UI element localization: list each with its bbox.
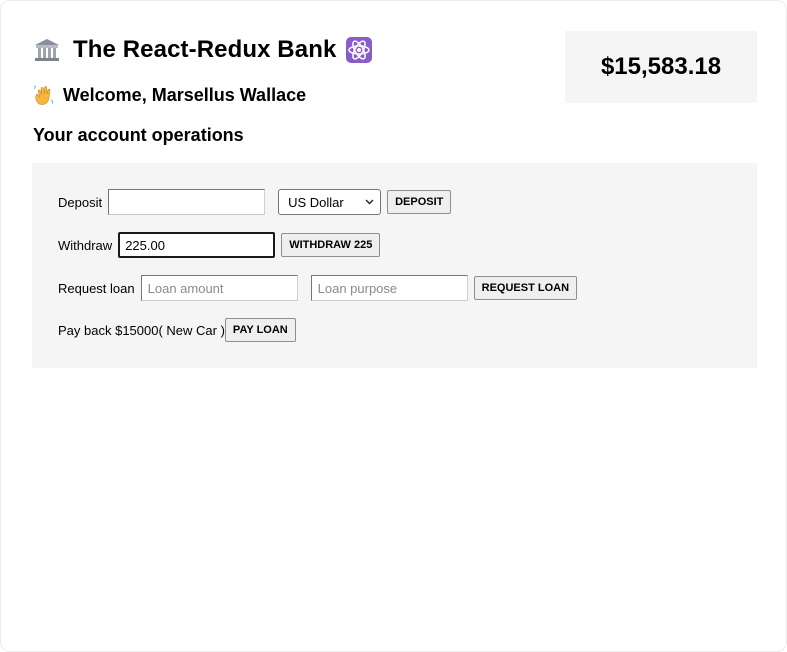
payback-text: Pay back $15000( New Car ) <box>58 322 225 338</box>
withdraw-amount-input[interactable] <box>118 232 276 258</box>
deposit-row: Deposit US Dollar DEPOSIT <box>58 189 452 215</box>
page-title: The React-Redux Bank <box>73 36 337 63</box>
withdraw-label: Withdraw <box>58 237 113 253</box>
atom-icon <box>346 37 373 63</box>
withdraw-row: Withdraw WITHDRAW 225 <box>58 232 381 258</box>
operations-panel: Deposit US Dollar DEPOSIT Withdraw WITHD… <box>32 163 757 368</box>
loan-row: Request loan REQUEST LOAN <box>58 275 578 301</box>
loan-purpose-input[interactable] <box>310 275 468 301</box>
deposit-amount-input[interactable] <box>108 189 266 215</box>
loan-label: Request loan <box>58 280 135 296</box>
withdraw-button[interactable]: WITHDRAW 225 <box>281 233 381 257</box>
payback-row: Pay back $15000( New Car ) PAY LOAN <box>58 318 296 342</box>
balance-display: $15,583.18 <box>565 31 757 103</box>
balance-amount: $15,583.18 <box>600 53 722 80</box>
pay-loan-button[interactable]: PAY LOAN <box>224 318 296 342</box>
section-title: Your account operations <box>33 125 244 145</box>
deposit-button[interactable]: DEPOSIT <box>387 190 452 214</box>
loan-amount-input[interactable] <box>140 275 298 301</box>
app-window: The React-Redux Bank Welcome, Marsellus … <box>0 0 787 652</box>
deposit-label: Deposit <box>58 194 103 210</box>
request-loan-button[interactable]: REQUEST LOAN <box>473 276 578 300</box>
bank-building-icon <box>35 39 59 61</box>
chevron-down-icon <box>365 199 374 205</box>
welcome-row: Welcome, Marsellus Wallace <box>33 84 306 106</box>
currency-selected-value: US Dollar <box>288 194 344 210</box>
currency-select[interactable]: US Dollar <box>278 189 382 215</box>
waving-hand-icon <box>34 85 54 105</box>
welcome-text: Welcome, Marsellus Wallace <box>63 84 307 105</box>
